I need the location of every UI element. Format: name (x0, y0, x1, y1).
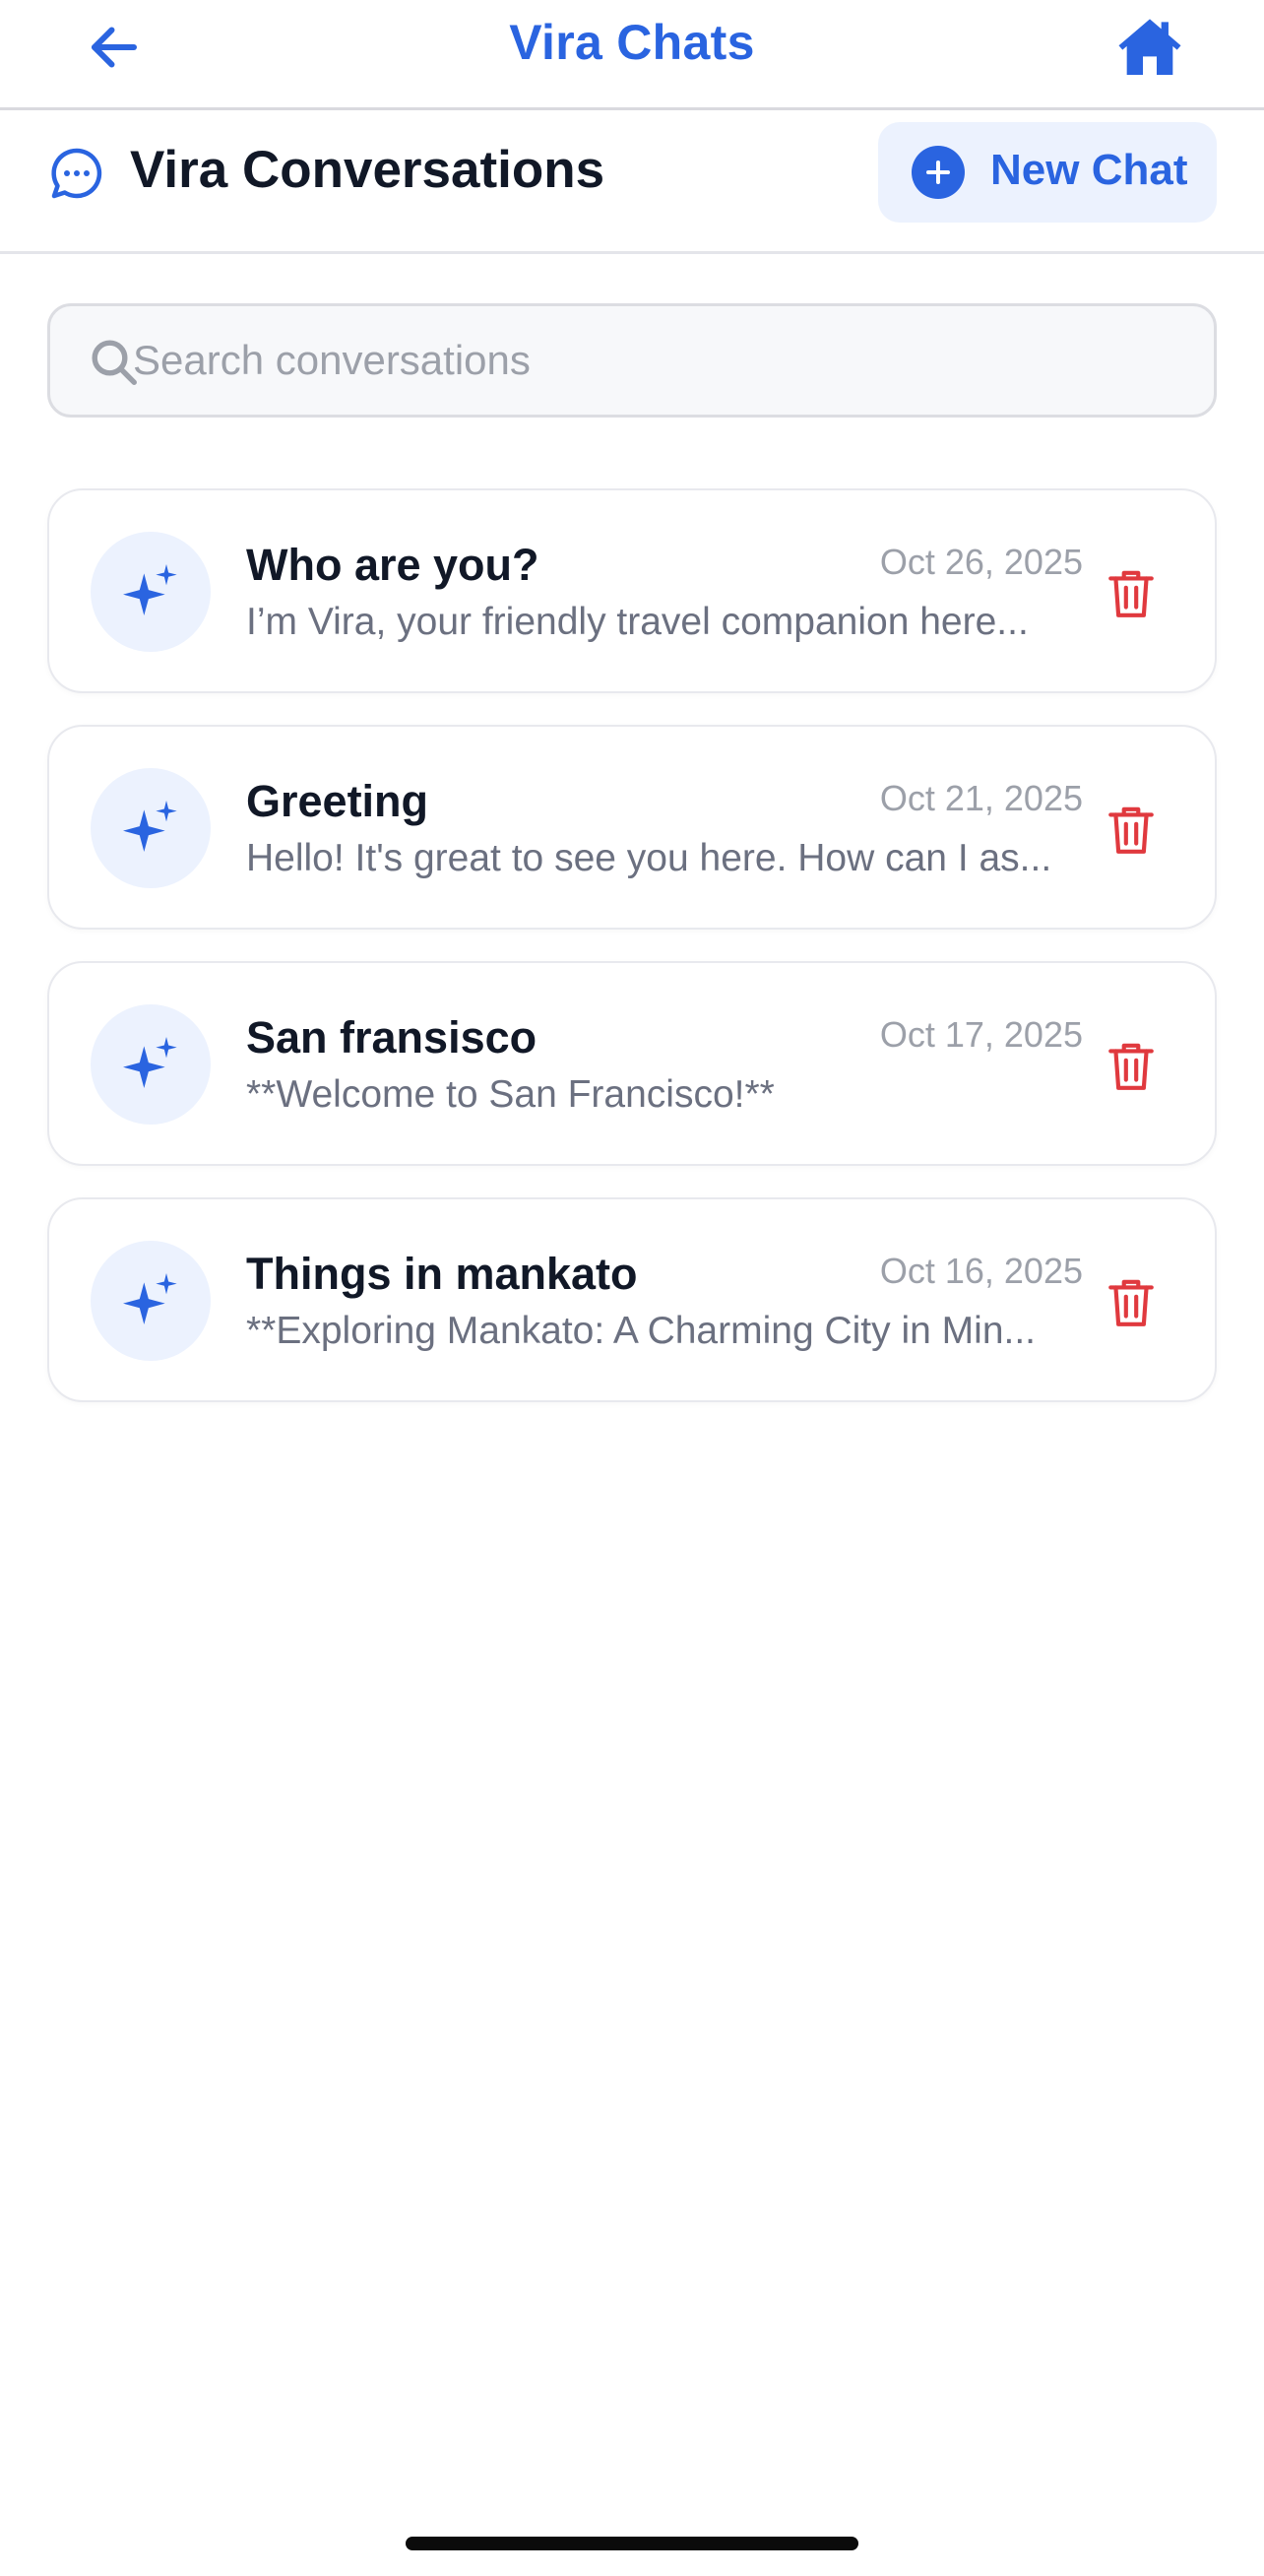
conversation-preview: **Exploring Mankato: A Charming City in … (246, 1310, 1037, 1352)
search-bar (47, 303, 1217, 418)
conversations-header: Vira Conversations New Chat (0, 110, 1264, 254)
home-icon (1118, 19, 1181, 75)
home-button[interactable] (1112, 10, 1187, 85)
top-nav-bar: Vira Chats (0, 0, 1264, 110)
conversation-card[interactable]: Greeting Oct 21, 2025 Hello! It's great … (47, 725, 1217, 930)
conversation-title: Greeting (246, 776, 429, 826)
conversation-list: Who are you? Oct 26, 2025 I’m Vira, your… (47, 488, 1217, 1434)
conversation-preview: Hello! It's great to see you here. How c… (246, 837, 1052, 879)
delete-button[interactable] (1099, 798, 1164, 863)
delete-button[interactable] (1099, 1270, 1164, 1335)
conversation-date: Oct 26, 2025 (879, 542, 1083, 582)
conversation-preview: **Welcome to San Francisco!** (246, 1073, 775, 1116)
conversation-date: Oct 21, 2025 (879, 778, 1083, 818)
conversation-preview: I’m Vira, your friendly travel companion… (246, 601, 1029, 643)
new-chat-button[interactable]: New Chat (878, 122, 1217, 223)
conversation-avatar (91, 1004, 211, 1125)
sparkles-icon (123, 1037, 177, 1088)
sparkles-icon (123, 564, 177, 615)
trash-icon (1108, 1043, 1154, 1090)
delete-button[interactable] (1099, 561, 1164, 626)
sparkles-icon (123, 801, 177, 852)
sparkles-icon (123, 1273, 177, 1324)
search-input[interactable] (133, 306, 1196, 415)
chat-bubble-icon (51, 148, 102, 199)
trash-icon (1108, 570, 1154, 617)
home-indicator[interactable] (406, 2537, 858, 2550)
conversation-card[interactable]: Who are you? Oct 26, 2025 I’m Vira, your… (47, 488, 1217, 693)
new-chat-label: New Chat (990, 146, 1188, 194)
conversation-date: Oct 16, 2025 (879, 1251, 1083, 1291)
conversation-title: Who are you? (246, 540, 539, 590)
plus-circle-icon (912, 146, 965, 199)
conversation-avatar (91, 1241, 211, 1361)
conversation-date: Oct 17, 2025 (879, 1014, 1083, 1055)
section-title: Vira Conversations (130, 141, 605, 199)
trash-icon (1108, 1279, 1154, 1326)
conversation-title: Things in mankato (246, 1249, 638, 1299)
conversation-card[interactable]: Things in mankato Oct 16, 2025 **Explori… (47, 1197, 1217, 1402)
chats-screen: Vira Chats Vira Conversations New Chat S… (0, 0, 1264, 2576)
conversation-title: San fransisco (246, 1012, 537, 1063)
delete-button[interactable] (1099, 1034, 1164, 1099)
conversation-card[interactable]: San fransisco Oct 17, 2025 **Welcome to … (47, 961, 1217, 1166)
trash-icon (1108, 806, 1154, 854)
page-title: Vira Chats (509, 15, 755, 70)
conversation-avatar (91, 768, 211, 888)
conversation-avatar (91, 532, 211, 652)
